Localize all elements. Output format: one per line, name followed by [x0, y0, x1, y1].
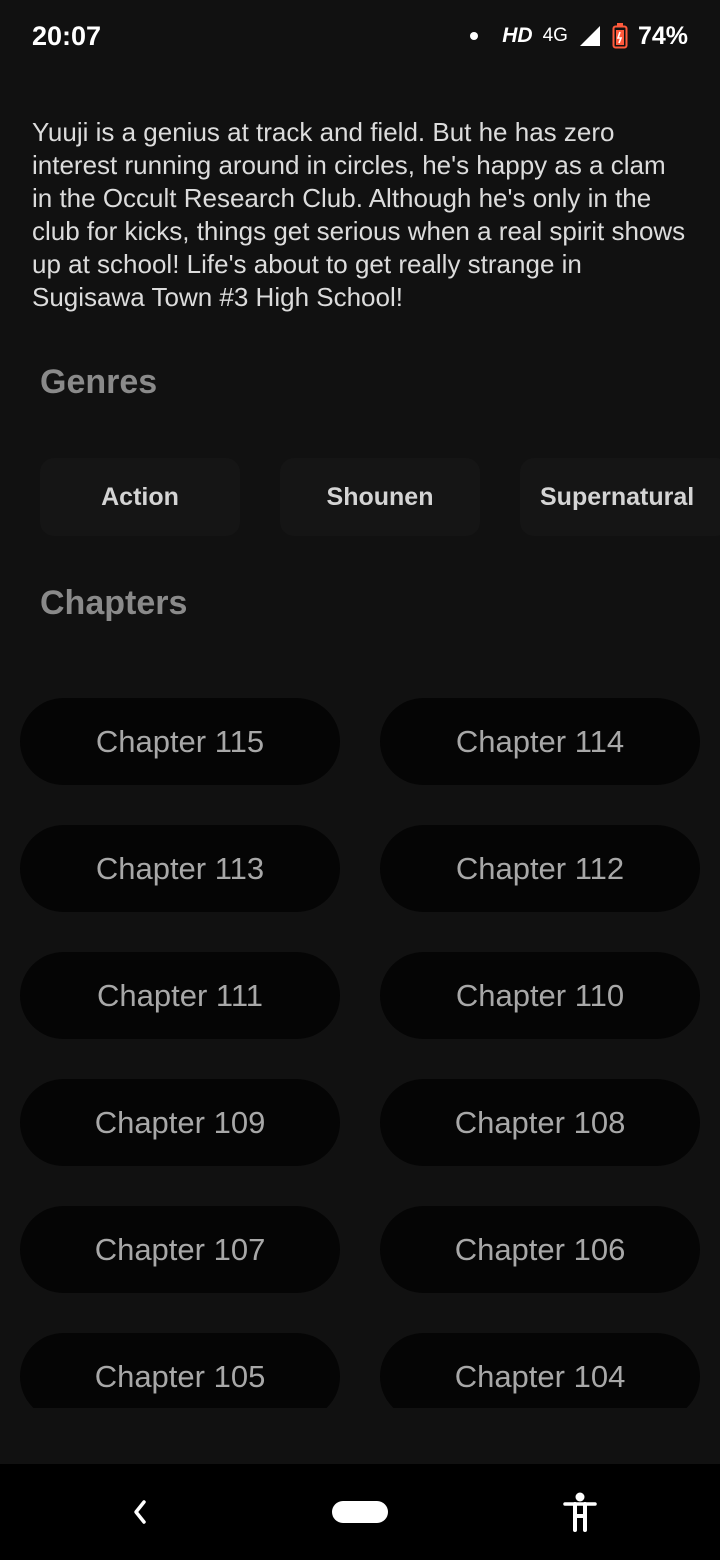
genre-chip-shounen[interactable]: Shounen [280, 458, 480, 536]
genres-title: Genres [40, 363, 158, 401]
hd-indicator: HD [502, 24, 533, 47]
status-icons: HD 4G 74% [470, 22, 688, 51]
chapter-button[interactable]: Chapter 104 [380, 1333, 700, 1408]
back-icon[interactable] [126, 1494, 154, 1530]
chapter-button[interactable]: Chapter 110 [380, 952, 700, 1039]
manga-description: Yuuji is a genius at track and field. Bu… [32, 117, 686, 312]
notification-dot-icon [470, 32, 479, 40]
battery-percentage: 74% [637, 21, 688, 50]
battery-icon [612, 23, 628, 49]
signal-icon [579, 26, 600, 46]
chapter-button[interactable]: Chapter 111 [20, 952, 340, 1039]
manga-detail-content[interactable]: Yuuji is a genius at track and field. Bu… [0, 72, 720, 1408]
status-bar: 20:07 HD 4G 74% [0, 0, 720, 72]
chapter-button[interactable]: Chapter 107 [20, 1206, 340, 1293]
genre-chip-action[interactable]: Action [40, 458, 240, 536]
chapter-button[interactable]: Chapter 109 [20, 1079, 340, 1166]
accessibility-icon[interactable] [562, 1492, 598, 1532]
chapter-button[interactable]: Chapter 115 [20, 698, 340, 785]
chapters-title: Chapters [40, 584, 188, 622]
status-time: 20:07 [32, 20, 102, 51]
navigation-bar [0, 1464, 720, 1560]
chapter-button[interactable]: Chapter 114 [380, 698, 700, 785]
chapter-button[interactable]: Chapter 105 [20, 1333, 340, 1408]
chapter-button[interactable]: Chapter 112 [380, 825, 700, 912]
chapter-button[interactable]: Chapter 108 [380, 1079, 700, 1166]
chapter-button[interactable]: Chapter 106 [380, 1206, 700, 1293]
chapter-button[interactable]: Chapter 113 [20, 825, 340, 912]
genre-chip-supernatural[interactable]: Supernatural [520, 458, 720, 536]
network-type: 4G [542, 25, 568, 46]
home-pill-icon[interactable] [332, 1501, 388, 1523]
